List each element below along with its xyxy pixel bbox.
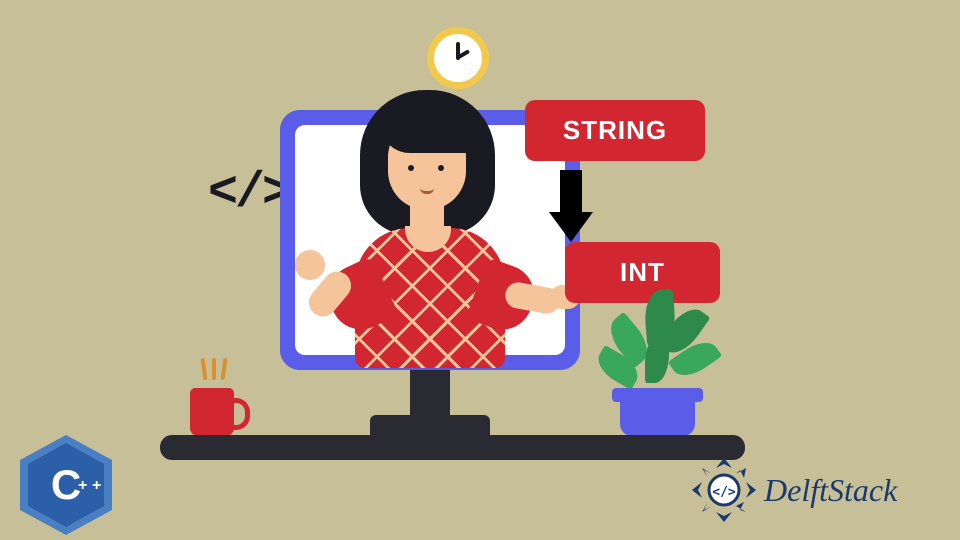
cpp-logo-icon: C + + [20,435,112,535]
plant-icon [600,280,720,395]
svg-text:</>: </> [712,485,736,500]
woman-illustration [300,70,560,360]
monitor-base [370,415,490,437]
arrow-down-icon [560,170,582,215]
plus-icon: + [78,477,87,495]
desk [160,435,745,460]
delftstack-brand-text: DelftStack [764,472,897,509]
delftstack-logo: </> DelftStack [690,456,897,524]
code-brackets-icon: </> [208,165,289,222]
string-label: STRING [525,100,705,161]
plant-pot [620,398,695,436]
steam-icon [200,358,230,386]
coffee-mug-icon [190,388,234,436]
illustration-canvas: </> STRING INT C + [0,0,960,540]
monitor-stand [410,370,450,420]
delftstack-emblem-icon: </> [690,456,758,524]
plus-icon: + [92,477,101,495]
